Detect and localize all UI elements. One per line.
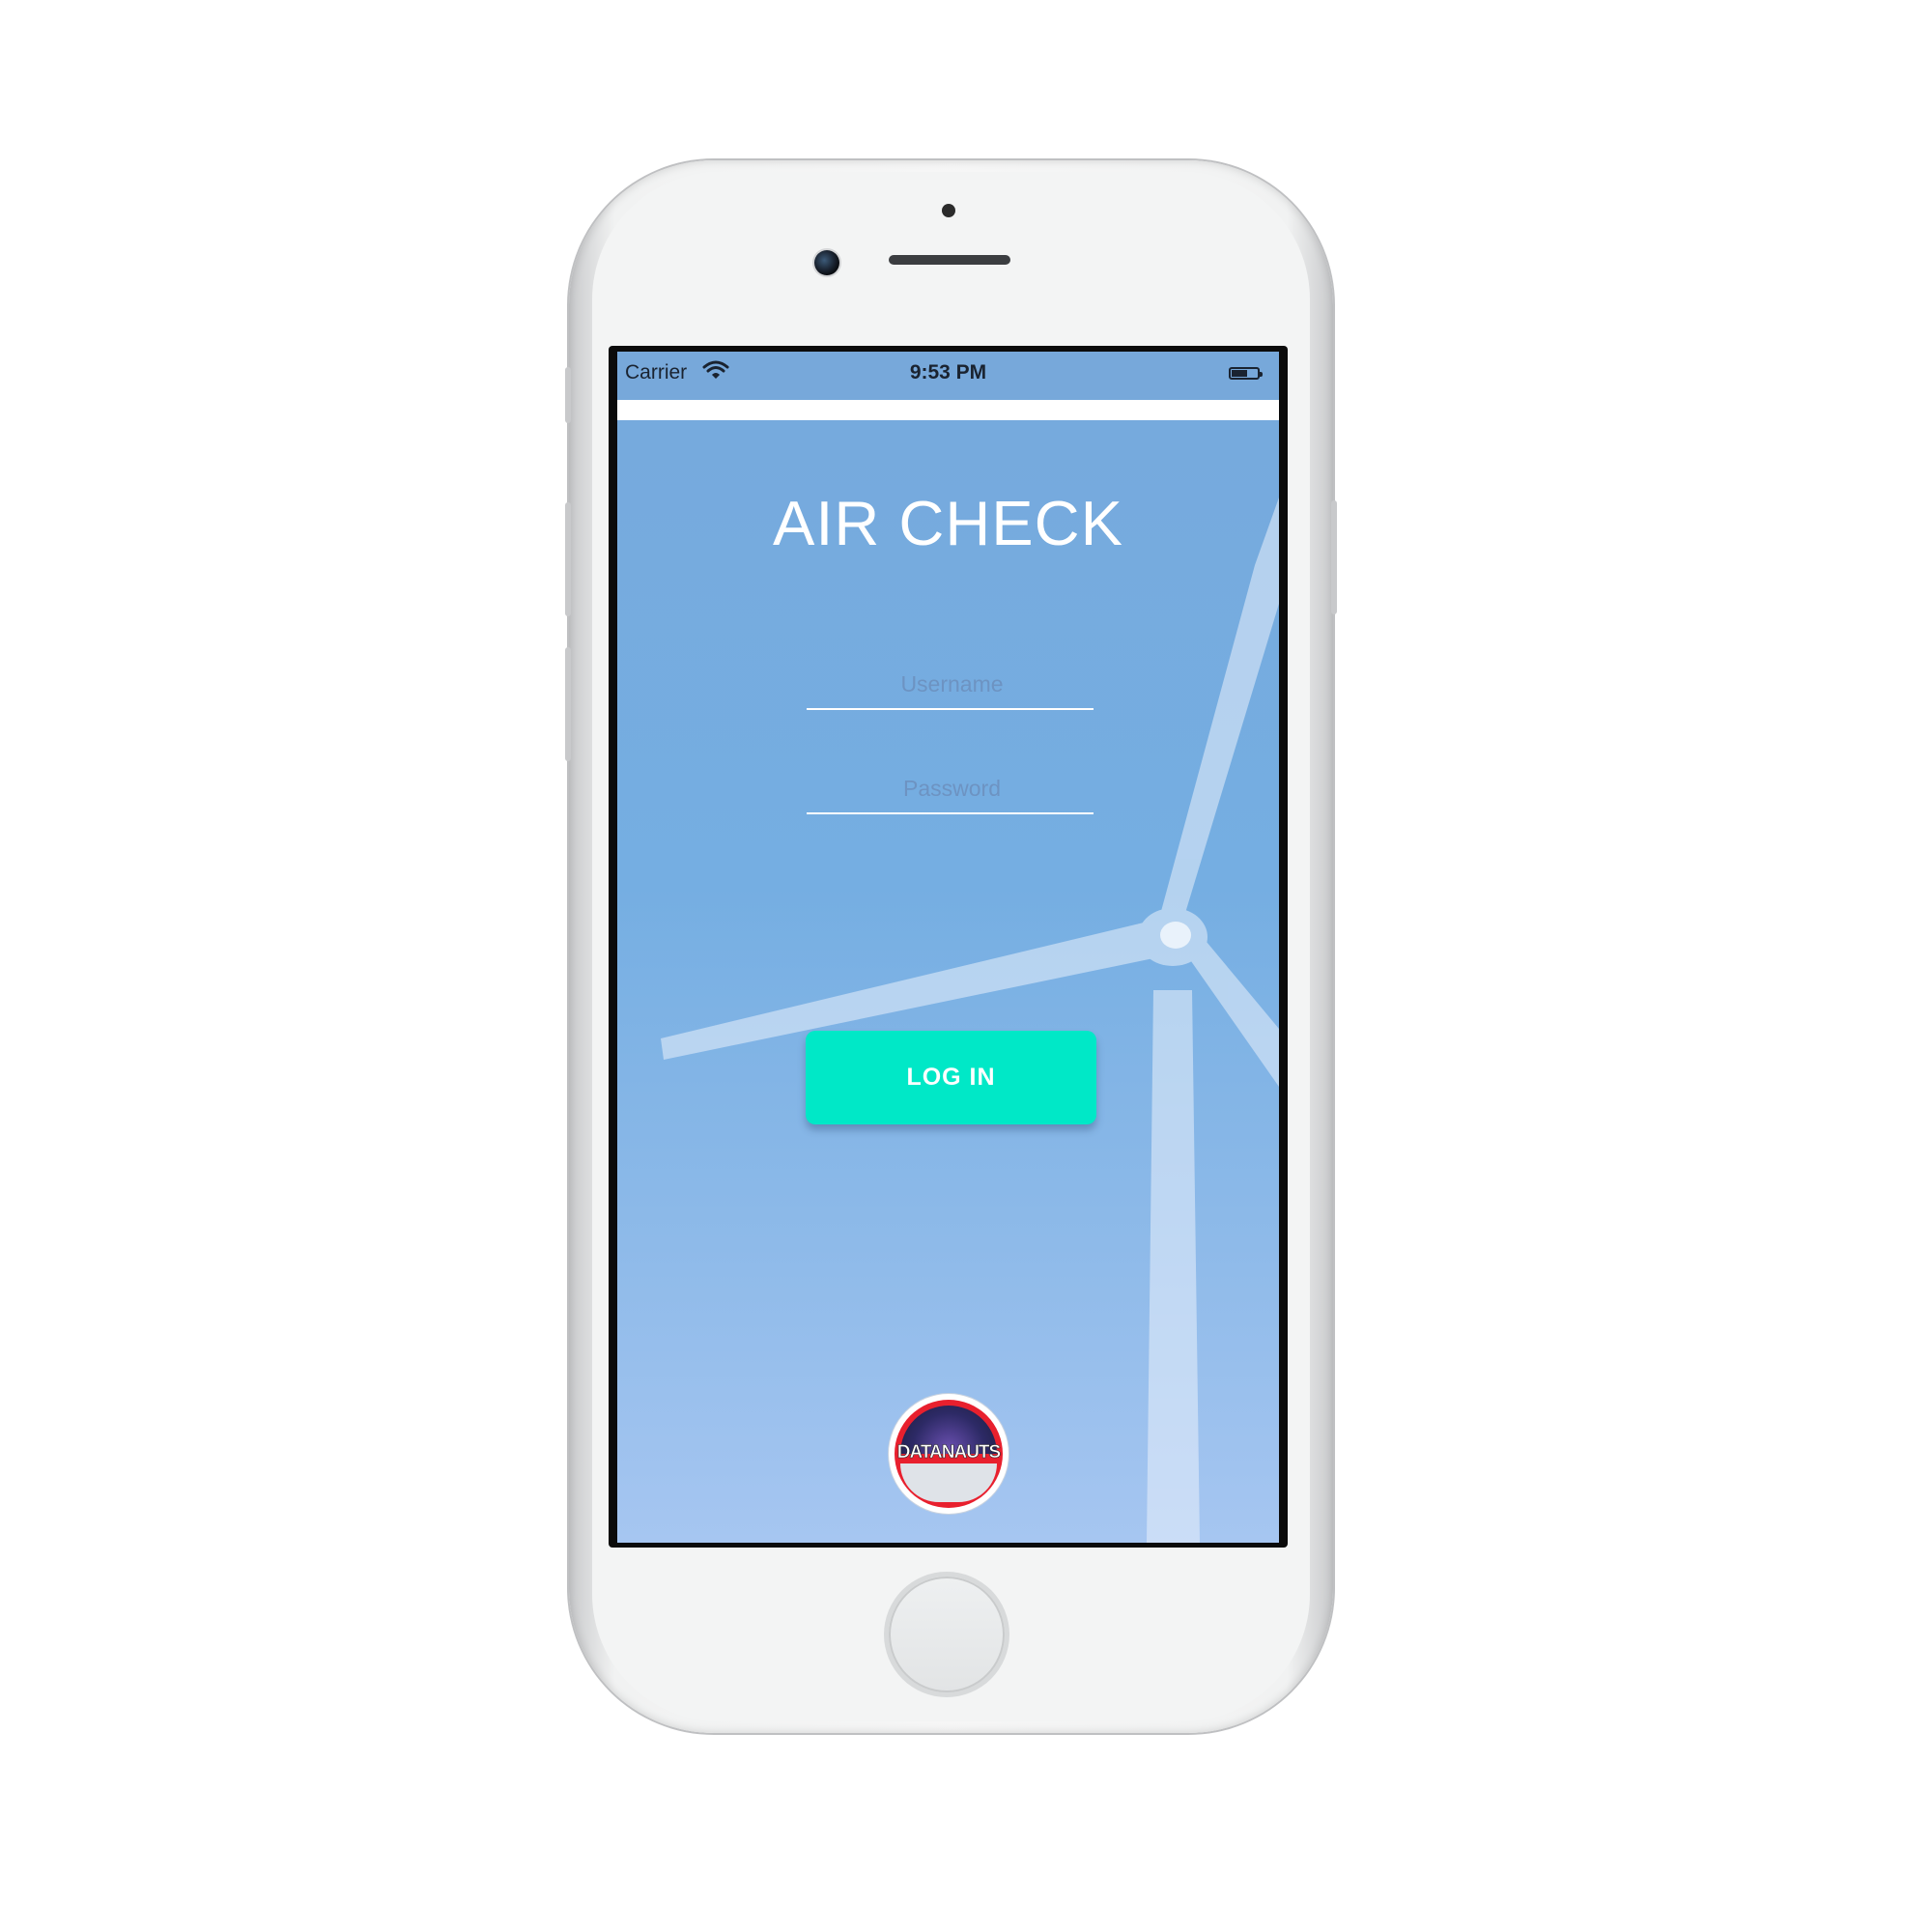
app-screen: Carrier 9:53 PM AIR CHECK LOG IN DATANAU…	[617, 352, 1279, 1543]
logo-badge: DATANAUTS	[895, 1400, 1003, 1508]
navigation-bar	[617, 400, 1279, 420]
power-button	[1331, 500, 1337, 614]
earpiece-speaker	[889, 255, 1010, 265]
login-button[interactable]: LOG IN	[806, 1031, 1096, 1124]
password-input[interactable]	[807, 762, 1097, 814]
volume-down-button	[565, 647, 571, 761]
app-title: AIR CHECK	[773, 488, 1123, 558]
username-input[interactable]	[807, 658, 1097, 710]
status-time: 9:53 PM	[909, 361, 987, 384]
volume-up-button	[565, 502, 571, 616]
front-camera-icon	[814, 250, 839, 275]
username-field[interactable]	[807, 658, 1097, 710]
proximity-sensor	[942, 204, 955, 217]
battery-icon	[1229, 367, 1263, 380]
status-bar: Carrier 9:53 PM	[617, 352, 1279, 400]
wind-turbine-background	[661, 497, 1279, 1543]
mute-switch	[565, 367, 571, 423]
password-field[interactable]	[807, 762, 1097, 814]
logo-text: DATANAUTS	[896, 1442, 1001, 1463]
home-button[interactable]	[889, 1577, 1005, 1692]
datanauts-logo: DATANAUTS	[889, 1394, 1009, 1514]
logo-ground	[900, 1463, 997, 1502]
